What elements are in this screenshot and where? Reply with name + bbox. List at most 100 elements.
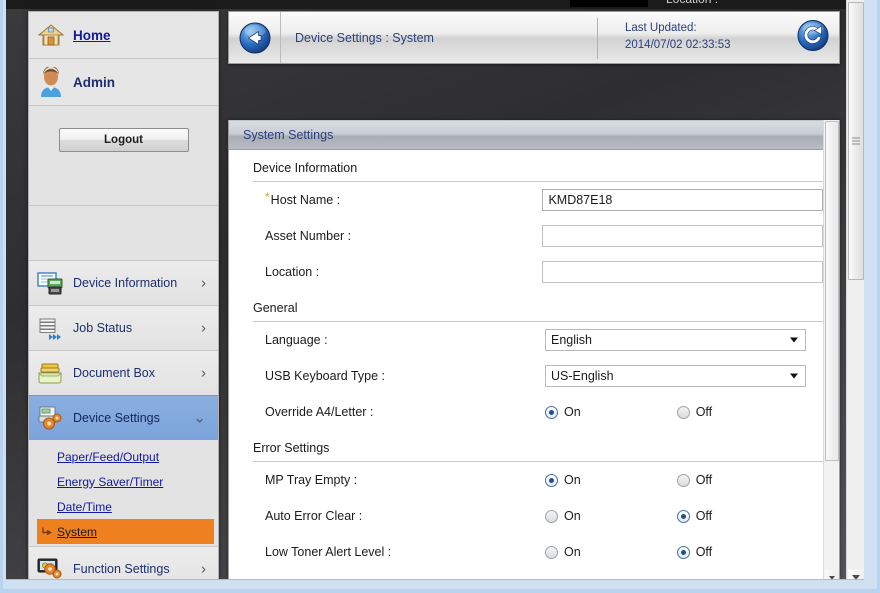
auto-error-clear-on-option[interactable]: On <box>545 509 581 523</box>
field-label: Language : <box>265 333 328 347</box>
sidebar-user-name: Admin <box>73 74 115 90</box>
back-arrow-icon <box>239 22 270 53</box>
sidebar-subitem-system[interactable]: System <box>37 519 214 544</box>
sidebar-item-job-status[interactable]: Job Status › <box>29 305 218 350</box>
sidebar-item-label: Job Status <box>73 321 133 335</box>
panel-header: System Settings <box>229 120 839 150</box>
usb-keyboard-type-select[interactable]: US-English <box>545 365 806 387</box>
override-a4-letter-off-option[interactable]: Off <box>676 405 713 419</box>
panel-scrollbar-thumb[interactable] <box>825 121 839 461</box>
form-row-mp-tray-empty: MP Tray Empty : On Off <box>253 462 823 498</box>
field-label: MP Tray Empty : <box>265 473 358 487</box>
asset-number-input[interactable] <box>542 225 823 247</box>
low-toner-alert-level-on-option[interactable]: On <box>545 545 581 559</box>
sidebar-item-label: Device Settings <box>73 411 160 425</box>
radio-indicator[interactable] <box>676 509 690 523</box>
panel-scrollbar[interactable] <box>823 120 839 586</box>
field-label: Override A4/Letter : <box>265 405 374 419</box>
content-area: Device Settings : System Last Updated: 2… <box>228 11 840 586</box>
radio-label: Off <box>695 509 713 523</box>
page-scrollbar[interactable] <box>846 0 864 586</box>
radio-label: On <box>564 509 581 523</box>
radio-indicator[interactable] <box>676 545 690 559</box>
radio-indicator[interactable] <box>676 405 690 419</box>
chevron-down-icon: ⌄ <box>193 409 206 427</box>
cutoff-top-strip: Location : <box>6 0 864 9</box>
radio-label: On <box>564 405 581 419</box>
refresh-button[interactable] <box>797 19 829 56</box>
cutoff-black-box <box>570 0 648 7</box>
sidebar-spacer <box>29 206 218 260</box>
sidebar-subitem-label[interactable]: Date/Time <box>57 500 112 514</box>
sidebar-subitem-label[interactable]: Paper/Feed/Output <box>57 450 159 464</box>
auto-error-clear-off-option[interactable]: Off <box>676 509 713 523</box>
sidebar-item-document-box[interactable]: Document Box › <box>29 350 218 395</box>
job-status-icon <box>29 316 73 340</box>
mp-tray-empty-on-option[interactable]: On <box>545 473 581 487</box>
user-avatar-icon <box>29 67 73 97</box>
radio-indicator[interactable] <box>676 473 690 487</box>
section-heading: Error Settings <box>253 441 330 455</box>
sidebar-item-device-information[interactable]: Device Information › <box>29 260 218 305</box>
form-row-asset-number: Asset Number : <box>253 218 823 254</box>
form-row-auto-error-clear: Auto Error Clear : On Off <box>253 498 823 534</box>
sidebar-item-device-settings[interactable]: Device Settings ⌄ <box>29 395 218 440</box>
location-input[interactable] <box>542 261 823 283</box>
radio-indicator[interactable] <box>545 509 558 523</box>
sidebar-item-label: Function Settings <box>73 562 170 576</box>
chevron-down-icon <box>790 337 798 343</box>
last-updated-value: 2014/07/02 02:33:53 <box>625 38 731 51</box>
sidebar-home-link[interactable]: Home <box>73 28 111 43</box>
sidebar-subitem-label[interactable]: System <box>57 525 97 539</box>
radio-indicator[interactable] <box>545 545 558 559</box>
form-row-usb-keyboard-type: USB Keyboard Type : US-English <box>253 358 823 394</box>
document-box-icon <box>29 361 73 385</box>
home-icon <box>29 23 73 47</box>
sidebar-item-label: Document Box <box>73 366 155 380</box>
sidebar: Home Admin Logout Device Information › J… <box>28 11 219 586</box>
device-information-icon <box>29 271 73 295</box>
last-updated-block: Last Updated: 2014/07/02 02:33:53 <box>625 20 731 53</box>
sidebar-subitem-energy-saver-timer[interactable]: Energy Saver/Timer <box>29 469 218 494</box>
sidebar-subitem-label[interactable]: Energy Saver/Timer <box>57 475 163 489</box>
required-marker-icon: * <box>265 190 270 204</box>
cutoff-location-label: Location : <box>666 0 718 6</box>
field-label: Location : <box>265 265 320 279</box>
sidebar-user-row: Admin <box>29 59 218 106</box>
page-scrollbar-thumb[interactable] <box>848 2 864 280</box>
field-label: Auto Error Clear : <box>265 509 363 523</box>
language-select[interactable]: English <box>545 329 806 351</box>
auto-error-clear-radio-group: On Off <box>545 509 712 523</box>
radio-label: Off <box>695 473 713 487</box>
form-row-language: Language : English <box>253 322 823 358</box>
chevron-right-icon: › <box>201 319 206 337</box>
sidebar-subitem-paper-feed-output[interactable]: Paper/Feed/Output <box>29 444 218 469</box>
device-settings-icon <box>29 405 73 431</box>
breadcrumb-text: Device Settings : System <box>295 30 434 45</box>
logout-button[interactable]: Logout <box>58 128 189 152</box>
host-name-input[interactable] <box>542 189 823 211</box>
page-viewport: Location : Home <box>6 0 864 586</box>
mp-tray-empty-off-option[interactable]: Off <box>676 473 713 487</box>
form-row-low-toner-alert-level: Low Toner Alert Level : On Off <box>253 534 823 570</box>
sidebar-submenu-device-settings: Paper/Feed/Output Energy Saver/Timer Dat… <box>29 440 218 546</box>
radio-indicator[interactable] <box>545 473 558 487</box>
browser-window-frame: Location : Home <box>0 0 880 593</box>
sidebar-subitem-date-time[interactable]: Date/Time <box>29 494 218 519</box>
back-button[interactable] <box>229 12 281 63</box>
low-toner-alert-level-off-option[interactable]: Off <box>676 545 712 559</box>
last-updated-label: Last Updated: <box>625 22 697 34</box>
breadcrumb-separator <box>597 18 598 59</box>
sidebar-item-label: Device Information <box>73 276 178 290</box>
low-toner-alert-level-radio-group: On Off <box>545 545 712 559</box>
field-label: Asset Number : <box>265 229 352 243</box>
sidebar-home-row[interactable]: Home <box>29 12 218 59</box>
logout-row: Logout <box>29 106 218 206</box>
form-row-override-a4-letter: Override A4/Letter : On Off <box>253 394 823 430</box>
radio-label: Off <box>695 405 713 419</box>
override-a4-letter-on-option[interactable]: On <box>545 405 581 419</box>
refresh-icon <box>797 19 829 51</box>
radio-indicator[interactable] <box>545 405 558 419</box>
settings-panel: System Settings Device Information *Host… <box>228 120 840 586</box>
field-label: *Host Name : <box>265 190 341 207</box>
